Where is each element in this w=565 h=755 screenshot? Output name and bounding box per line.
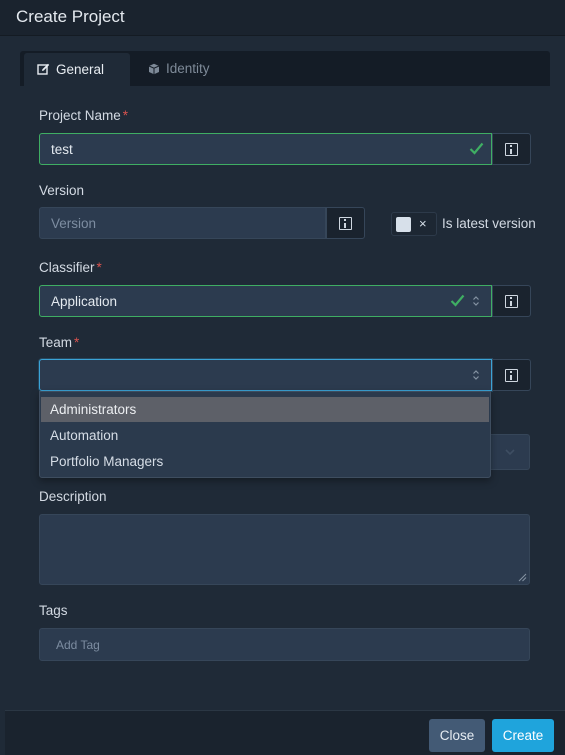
tab-general[interactable]: General (24, 53, 130, 86)
edit-icon (37, 63, 50, 75)
team-dropdown-menu: Administrators Automation Portfolio Mana… (39, 391, 491, 478)
team-option-automation[interactable]: Automation (41, 423, 489, 448)
resize-handle-icon[interactable] (518, 573, 527, 582)
info-icon (505, 368, 518, 382)
toggle-off-icon: × (419, 216, 427, 231)
create-button[interactable]: Create (492, 719, 554, 752)
tab-general-label: General (56, 62, 105, 77)
description-textarea[interactable] (39, 514, 530, 585)
team-label: Team * (39, 335, 80, 350)
toggle-knob (396, 217, 411, 232)
obscured-select-field[interactable] (491, 434, 530, 470)
tags-input[interactable]: Add Tag (39, 628, 530, 661)
valid-check-icon (450, 294, 465, 307)
is-latest-version-label: Is latest version (442, 216, 536, 231)
team-info-button[interactable] (492, 359, 531, 391)
required-mark: * (96, 260, 102, 275)
project-name-input[interactable]: test (39, 133, 492, 165)
tags-label: Tags (39, 603, 68, 618)
is-latest-version-toggle[interactable]: × (391, 212, 437, 236)
required-mark: * (122, 108, 129, 123)
project-name-label: Project Name * (39, 108, 129, 123)
close-button[interactable]: Close (429, 719, 485, 752)
project-name-info-button[interactable] (492, 133, 531, 165)
description-label: Description (39, 489, 107, 504)
info-icon (505, 294, 518, 308)
version-input[interactable]: Version (39, 207, 326, 239)
classifier-select[interactable]: Application (39, 285, 492, 317)
team-select[interactable] (39, 359, 492, 391)
create-project-modal: Create Project General Identity Project … (0, 0, 565, 755)
required-mark: * (74, 335, 80, 350)
info-icon (339, 216, 352, 230)
modal-header: Create Project (0, 0, 565, 36)
tab-identity-label: Identity (166, 61, 210, 76)
tab-bar: General Identity (20, 51, 550, 86)
version-info-button[interactable] (326, 207, 365, 239)
tab-identity[interactable]: Identity (134, 51, 226, 86)
cube-icon (148, 63, 160, 74)
modal-title: Create Project (16, 7, 125, 26)
classifier-info-button[interactable] (492, 285, 531, 317)
info-icon (505, 142, 518, 156)
select-caret-icon (473, 370, 479, 380)
team-option-portfolio-managers[interactable]: Portfolio Managers (41, 449, 489, 474)
valid-check-icon (469, 142, 484, 155)
select-caret-icon (473, 296, 479, 306)
team-option-administrators[interactable]: Administrators (41, 397, 489, 422)
chevron-down-icon (505, 449, 515, 456)
version-label: Version (39, 183, 85, 198)
classifier-label: Classifier * (39, 260, 102, 275)
